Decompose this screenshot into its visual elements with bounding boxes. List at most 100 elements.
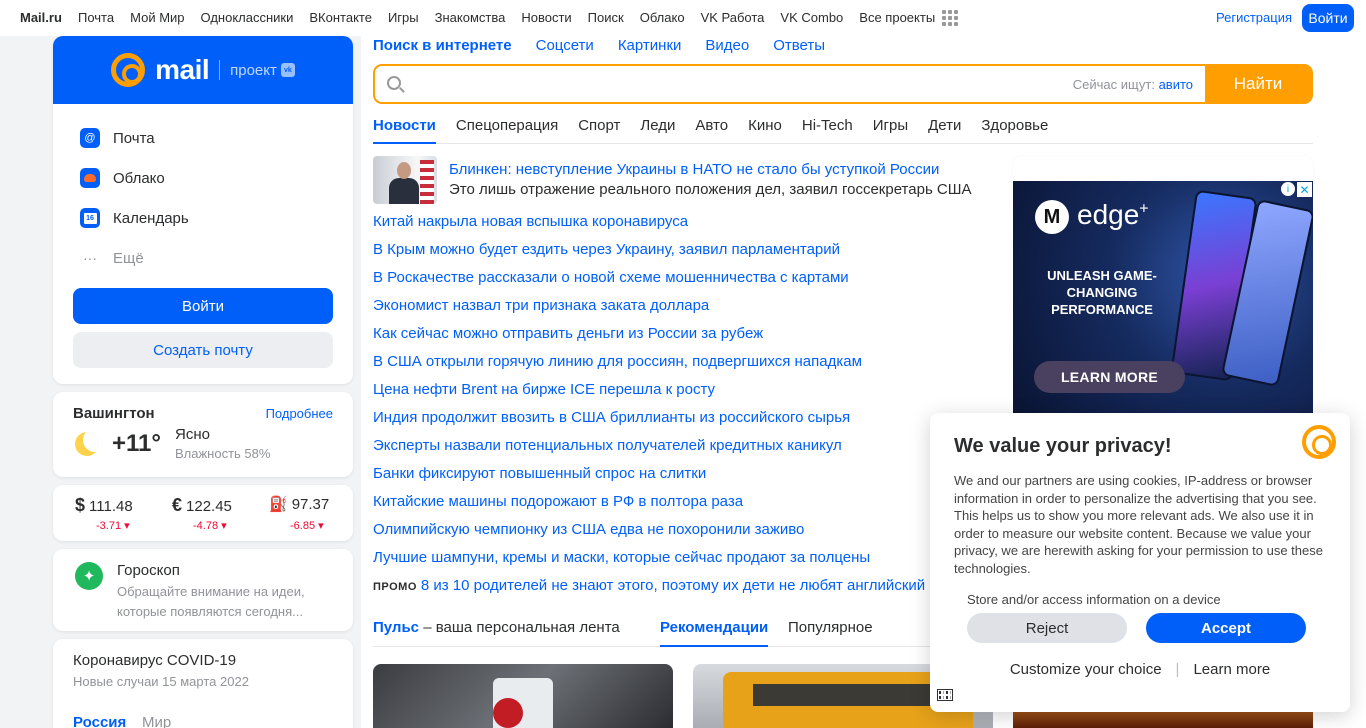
ad-brand-sup: +: [1139, 200, 1149, 218]
rate-oil[interactable]: ⛽ 97.37 -6.85 ▾: [269, 495, 329, 532]
rate-usd[interactable]: $111.48 -3.71 ▾: [75, 495, 133, 532]
news-item[interactable]: Лучшие шампуни, кремы и маски, которые с…: [373, 549, 870, 577]
news-tab-deti[interactable]: Дети: [928, 117, 961, 144]
mail-at-logo-icon: [1302, 425, 1336, 459]
search-hint-value[interactable]: авито: [1159, 77, 1193, 92]
news-item[interactable]: Как сейчас можно отправить деньги из Рос…: [373, 325, 870, 353]
covid-tab-russia[interactable]: Россия: [73, 714, 126, 728]
news-tab-ledi[interactable]: Леди: [640, 117, 675, 144]
service-item-more[interactable]: ··· Ещё: [80, 238, 353, 278]
news-item[interactable]: Индия продолжит ввозить в США бриллианты…: [373, 409, 870, 437]
news-item[interactable]: Цена нефти Brent на бирже ICE перешла к …: [373, 381, 870, 409]
lead-news-thumbnail[interactable]: [373, 156, 437, 204]
pulse-tab-recommendations[interactable]: Рекомендации: [660, 619, 769, 647]
service-label-calendar: Календарь: [113, 209, 189, 227]
search-submit-button[interactable]: Найти: [1205, 66, 1311, 102]
top-link-pochta[interactable]: Почта: [78, 10, 114, 25]
top-link-igry[interactable]: Игры: [388, 10, 419, 25]
consent-manager-icon[interactable]: [937, 689, 953, 701]
news-item[interactable]: В Роскачестве рассказали о новой схеме м…: [373, 269, 870, 297]
learn-more-link[interactable]: Learn more: [1193, 661, 1270, 678]
news-tab-igry[interactable]: Игры: [873, 117, 908, 144]
news-tab-kino[interactable]: Кино: [748, 117, 782, 144]
privacy-purposes-list[interactable]: Store and/or access information on a dev…: [967, 592, 1327, 606]
top-link-odnoklassniki[interactable]: Одноклассники: [201, 10, 294, 25]
customize-choice-link[interactable]: Customize your choice: [1010, 661, 1162, 678]
news-tab-sport[interactable]: Спорт: [578, 117, 620, 144]
news-item[interactable]: Экономист назвал три признака заката дол…: [373, 297, 870, 325]
search-tab-images[interactable]: Картинки: [618, 37, 682, 54]
ad-close-icon[interactable]: ✕: [1297, 182, 1312, 197]
mail-logo-text: mail: [155, 54, 210, 85]
top-link-all-projects[interactable]: Все проекты: [859, 10, 935, 25]
search-tab-video[interactable]: Видео: [705, 37, 749, 54]
create-mail-button[interactable]: Создать почту: [73, 332, 333, 368]
top-link-vk-combo[interactable]: VK Combo: [780, 10, 843, 25]
mail-at-logo-icon: [111, 53, 146, 87]
news-item[interactable]: Олимпийскую чемпионку из США едва не пох…: [373, 521, 870, 549]
privacy-accept-button[interactable]: Accept: [1146, 613, 1306, 643]
promo-news-item[interactable]: ПРОМО 8 из 10 родителей не знают этого, п…: [373, 577, 925, 594]
news-tab-avto[interactable]: Авто: [695, 117, 728, 144]
search-hint-label: Сейчас ищут:: [1072, 77, 1155, 92]
news-item[interactable]: В США открыли горячую линию для россиян,…: [373, 353, 870, 381]
calendar-icon: 16: [80, 208, 100, 228]
news-tab-novosti[interactable]: Новости: [373, 117, 436, 144]
search-tab-web[interactable]: Поиск в интернете: [373, 37, 512, 54]
service-item-cloud[interactable]: Облако: [80, 158, 353, 198]
mailru-home-link[interactable]: Mail.ru: [20, 10, 62, 25]
advertisement-banner[interactable]: M edge+ UNLEASH GAME-CHANGING PERFORMANC…: [1013, 181, 1313, 416]
privacy-description: We and our partners are using cookies, I…: [954, 473, 1323, 576]
horoscope-widget[interactable]: ✦ Гороскоп Обращайте внимание на идеи, к…: [53, 549, 353, 631]
news-item[interactable]: Китайские машины подорожают в РФ в полто…: [373, 493, 870, 521]
pulse-brand[interactable]: Пульс: [373, 619, 419, 636]
top-link-poisk[interactable]: Поиск: [588, 10, 624, 25]
feed-card-image[interactable]: [373, 664, 673, 728]
top-link-vkontakte[interactable]: ВКонтакте: [309, 10, 372, 25]
top-login-button[interactable]: Войти: [1302, 4, 1354, 32]
mail-login-button[interactable]: Войти: [73, 288, 333, 324]
cloud-icon: [80, 168, 100, 188]
services-list: @ Почта Облако 16 Календарь ··· Ещё: [53, 104, 353, 278]
news-item[interactable]: Банки фиксируют повышенный спрос на слит…: [373, 465, 870, 493]
ad-info-icon[interactable]: i: [1281, 182, 1295, 196]
mail-at-icon: @: [80, 128, 100, 148]
all-projects-grid-icon[interactable]: [942, 10, 958, 26]
weather-widget[interactable]: Вашингтон Подробнее +11° Ясно Влажность …: [53, 392, 353, 477]
search-tab-social[interactable]: Соцсети: [536, 37, 594, 54]
service-item-calendar[interactable]: 16 Календарь: [80, 198, 353, 238]
pulse-tab-popular[interactable]: Популярное: [788, 619, 873, 636]
covid-subtitle: Новые случаи 15 марта 2022: [73, 674, 249, 689]
top-link-znakomstva[interactable]: Знакомства: [435, 10, 506, 25]
service-label-cloud: Облако: [113, 169, 165, 187]
news-tab-hitech[interactable]: Hi-Tech: [802, 117, 853, 144]
news-item[interactable]: Китай накрыла новая вспышка коронавируса: [373, 213, 870, 241]
rate-eur[interactable]: €122.45 -4.78 ▾: [172, 495, 232, 532]
covid-tab-world[interactable]: Мир: [142, 714, 171, 728]
vk-project-label: проект vk: [230, 62, 295, 79]
news-item[interactable]: Эксперты назвали потенциальных получател…: [373, 437, 870, 465]
search-trending-hint: Сейчас ищут: авито: [1073, 77, 1193, 92]
search-tab-answers[interactable]: Ответы: [773, 37, 825, 54]
ad-learn-more-button[interactable]: LEARN MORE: [1034, 361, 1185, 393]
news-item[interactable]: В Крым можно будет ездить через Украину,…: [373, 241, 870, 269]
weather-city: Вашингтон: [73, 405, 155, 422]
search-icon: [387, 76, 401, 90]
top-link-novosti[interactable]: Новости: [521, 10, 571, 25]
lead-news-subtitle: Это лишь отражение реального положения д…: [449, 181, 972, 198]
privacy-links: Customize your choice | Learn more: [930, 661, 1350, 678]
moon-icon: [75, 432, 99, 456]
lead-news-title[interactable]: Блинкен: невступление Украины в НАТО не …: [449, 161, 939, 178]
register-link[interactable]: Регистрация: [1216, 10, 1292, 25]
privacy-reject-button[interactable]: Reject: [967, 613, 1127, 643]
news-tab-specoperatsiya[interactable]: Спецоперация: [456, 117, 558, 144]
promo-text[interactable]: 8 из 10 родителей не знают этого, поэтом…: [421, 577, 925, 594]
top-link-moy-mir[interactable]: Мой Мир: [130, 10, 184, 25]
top-link-oblako[interactable]: Облако: [640, 10, 685, 25]
service-item-mail[interactable]: @ Почта: [80, 118, 353, 158]
weather-details-link[interactable]: Подробнее: [266, 406, 333, 421]
news-tab-zdorovye[interactable]: Здоровье: [981, 117, 1048, 144]
search-box[interactable]: Сейчас ищут: авито Найти: [373, 64, 1313, 104]
news-list: Китай накрыла новая вспышка коронавируса…: [373, 213, 870, 577]
top-link-vk-rabota[interactable]: VK Работа: [701, 10, 765, 25]
